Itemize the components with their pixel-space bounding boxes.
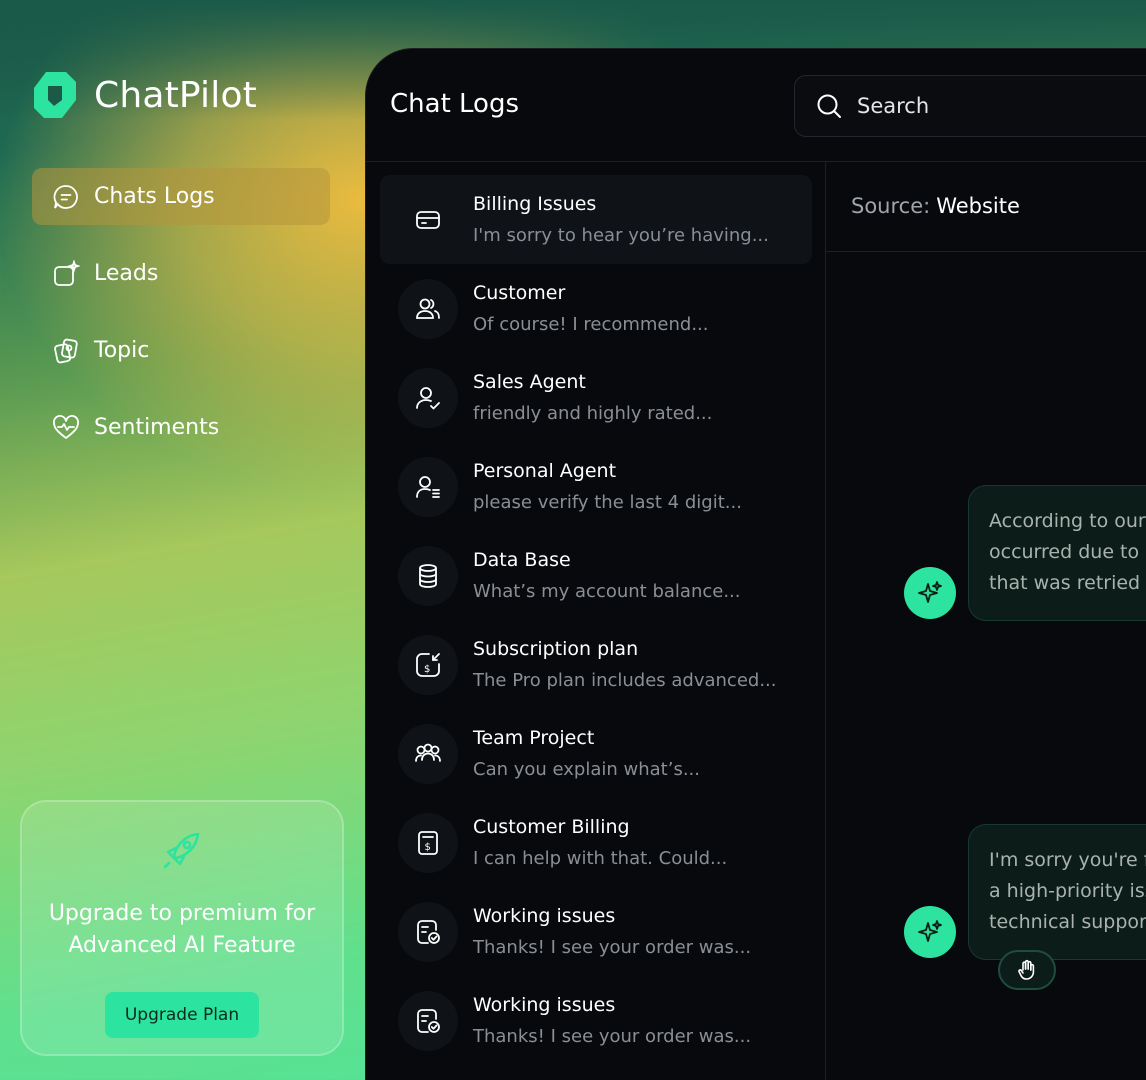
app-name: ChatPilot (94, 74, 257, 116)
chat-item-icon-wrap (398, 901, 458, 962)
chat-title: Personal Agent (473, 460, 617, 482)
chat-item-icon-wrap (398, 990, 458, 1051)
hand-raise-button[interactable] (998, 950, 1056, 990)
chat-preview: Can you explain what’s... (473, 759, 701, 780)
chat-preview: The Pro plan includes advanced... (473, 670, 777, 691)
chat-preview: Thanks! I see your order was... (473, 1026, 752, 1047)
chat-list: Billing Issues I'm sorry to hear you’re … (380, 175, 812, 1065)
message-bubble: According to our r occurred due to a tha… (968, 485, 1146, 621)
chat-item-icon-wrap (398, 723, 458, 784)
chat-preview: I can help with that. Could... (473, 848, 728, 869)
chat-list-item[interactable]: Billing Issues I'm sorry to hear you’re … (380, 175, 812, 264)
chat-title: Working issues (473, 905, 616, 927)
receipt-icon: $ (418, 830, 438, 855)
task-check-icon (417, 919, 440, 944)
sparkle-icon (918, 581, 942, 603)
chat-preview: What’s my account balance... (473, 581, 741, 602)
chat-preview: friendly and highly rated... (473, 403, 713, 424)
chat-list-item[interactable]: $ Customer Billing I can help with that.… (380, 798, 812, 887)
chat-item-icon-wrap (398, 367, 458, 428)
chat-title: Team Project (473, 727, 595, 749)
team-icon (415, 743, 441, 762)
search-placeholder: Search (857, 94, 930, 118)
chat-bubble-icon (53, 184, 78, 209)
chat-item-icon-wrap: $ (398, 634, 458, 695)
message-line: technical support (989, 911, 1146, 933)
user-check-icon (416, 386, 440, 409)
sidebar-item-topic[interactable]: Topic (32, 322, 330, 379)
chat-item-icon-wrap: $ (398, 812, 458, 873)
source-value: Website (936, 194, 1020, 218)
sparkle-icon (918, 920, 942, 942)
chat-item-icon-wrap (398, 278, 458, 339)
chat-list-item[interactable]: Working issues Thanks! I see your order … (380, 887, 812, 976)
chat-item-icon-wrap (398, 190, 458, 250)
users-icon (416, 298, 440, 319)
rocket-icon (163, 832, 200, 869)
search-input[interactable]: Search (794, 75, 1146, 137)
search-icon (817, 94, 841, 118)
sidebar-item-label: Sentiments (94, 415, 220, 440)
message-line: a high-priority issu (989, 880, 1146, 902)
chat-list-item[interactable]: Data Base What’s my account balance... (380, 531, 812, 620)
chat-preview: Of course! I recommend... (473, 314, 709, 335)
sidebar-item-leads[interactable]: Leads (32, 245, 330, 302)
heart-pulse-icon (53, 414, 79, 439)
upgrade-line-2: Advanced AI Feature (68, 933, 296, 958)
chatpilot-logo-icon (34, 72, 76, 118)
message-line: I'm sorry you're fa (989, 849, 1146, 871)
chat-preview: please verify the last 4 digit... (473, 492, 742, 513)
chat-list-item[interactable]: $ Subscription plan The Pro plan include… (380, 620, 812, 709)
hand-icon (1018, 959, 1035, 980)
chat-item-icon-wrap (398, 456, 458, 517)
chat-logs-panel: Chat Logs Search Billing Issues I'm sorr… (365, 48, 1146, 1080)
sidebar-item-sentiments[interactable]: Sentiments (32, 399, 330, 456)
sidebar-item-chats-logs[interactable]: Chats Logs (32, 168, 330, 225)
source-divider (826, 251, 1146, 252)
bot-avatar (904, 906, 956, 958)
column-divider (825, 161, 826, 1080)
bot-avatar (904, 567, 956, 619)
chat-preview: I'm sorry to hear you’re having... (473, 225, 769, 246)
source-bar: Source: Website (826, 161, 1146, 251)
user-list-icon (416, 475, 440, 498)
chat-item-icon-wrap (398, 545, 458, 606)
source-label: Source: (851, 194, 931, 218)
dollar-refresh-icon: $ (416, 652, 440, 677)
message-line: that was retried s (989, 572, 1146, 594)
message-line: According to our r (989, 510, 1146, 532)
chat-title: Customer Billing (473, 816, 630, 838)
svg-text:$: $ (425, 842, 431, 853)
chat-title: Working issues (473, 994, 616, 1016)
upgrade-message: Upgrade to premium for Advanced AI Featu… (49, 898, 315, 962)
message-line: occurred due to a (989, 541, 1146, 563)
svg-text:$: $ (424, 664, 430, 675)
chat-title: Sales Agent (473, 371, 586, 393)
topic-cards-icon (54, 338, 78, 363)
chat-preview: Thanks! I see your order was... (473, 937, 752, 958)
app-logo[interactable]: ChatPilot (32, 70, 257, 120)
chat-list-item[interactable]: Personal Agent please verify the last 4 … (380, 442, 812, 531)
sidebar-item-label: Chats Logs (94, 184, 215, 209)
upgrade-line-1: Upgrade to premium for (48, 901, 316, 926)
sidebar-item-label: Topic (94, 338, 150, 363)
chat-title: Billing Issues (473, 193, 597, 215)
card-icon (416, 210, 440, 229)
chat-title: Data Base (473, 549, 571, 571)
sidebar-nav: Chats Logs Leads Topic Sentiments (32, 168, 330, 476)
chat-title: Subscription plan (473, 638, 639, 660)
chat-title: Customer (473, 282, 566, 304)
chat-list-item[interactable]: Working issues Thanks! I see your order … (380, 976, 812, 1065)
chat-list-item[interactable]: Team Project Can you explain what’s... (380, 709, 812, 798)
chat-list-item[interactable]: Customer Of course! I recommend... (380, 264, 812, 353)
database-icon (419, 563, 437, 588)
chat-list-item[interactable]: Sales Agent friendly and highly rated... (380, 353, 812, 442)
task-check-icon (417, 1008, 440, 1033)
page-title: Chat Logs (390, 89, 520, 119)
message-bubble: I'm sorry you're fa a high-priority issu… (968, 824, 1146, 960)
sidebar-item-label: Leads (94, 261, 159, 286)
leads-sparkle-icon (54, 259, 80, 286)
upgrade-plan-button[interactable]: Upgrade Plan (104, 992, 260, 1038)
upgrade-card: Upgrade to premium for Advanced AI Featu… (20, 800, 344, 1056)
